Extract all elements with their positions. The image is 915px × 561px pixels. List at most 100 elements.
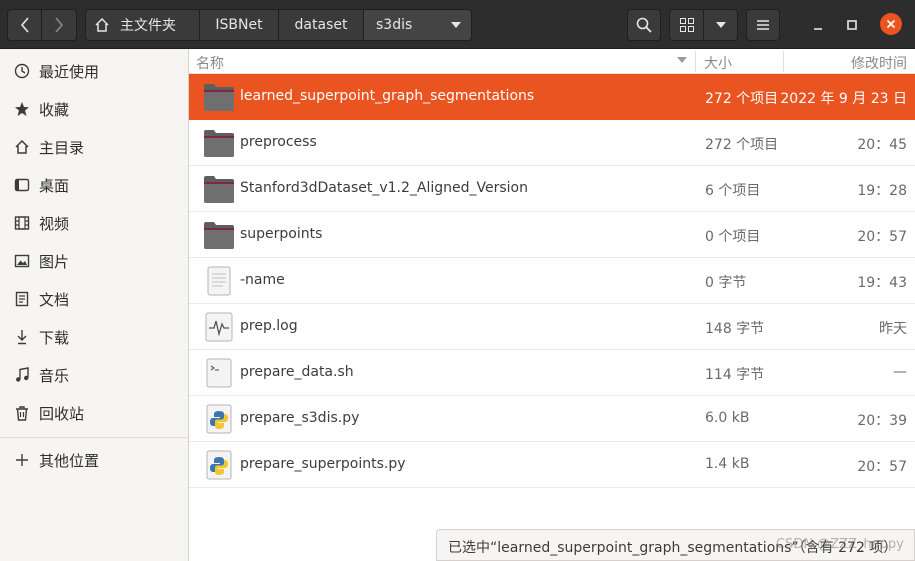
folder-icon [204, 176, 234, 203]
breadcrumb-menu-button[interactable] [440, 9, 472, 41]
caret-down-icon [715, 22, 726, 28]
python-file-icon [206, 404, 232, 434]
file-name: -name [240, 272, 285, 288]
sidebar-item-home[interactable]: 主目录 [0, 129, 188, 165]
column-header-size[interactable]: 大小 [704, 53, 732, 73]
view-options-button[interactable] [704, 9, 738, 41]
search-button[interactable] [627, 9, 661, 41]
sidebar-item-label: 视频 [39, 214, 70, 233]
sidebar: 最近使用 收藏 主目录 桌面 视频 图片 文档 下载 音乐 回收站 其他位置 [0, 49, 189, 561]
close-icon [886, 19, 896, 29]
file-name: preprocess [240, 134, 317, 150]
column-header-name[interactable]: 名称 [196, 53, 224, 73]
file-size: 272 个项目 [705, 91, 779, 107]
breadcrumb-label: s3dis [376, 17, 413, 33]
file-name: Stanford3dDataset_v1.2_Aligned_Version [240, 180, 528, 196]
file-size: 0 个项目 [705, 229, 761, 245]
file-modified: 昨天 [879, 321, 907, 337]
breadcrumb-label: dataset [294, 17, 348, 33]
sidebar-divider [0, 437, 188, 438]
folder-icon [204, 84, 234, 111]
table-row[interactable]: prepare_data.sh 114 字节 — [189, 350, 915, 396]
table-row[interactable]: prepare_superpoints.py 1.4 kB 20：57 [189, 442, 915, 488]
table-row[interactable]: preprocess 272 个项目 20：45 [189, 120, 915, 166]
chevron-right-icon [55, 17, 64, 33]
forward-button[interactable] [42, 9, 77, 41]
sidebar-item-recent[interactable]: 最近使用 [0, 53, 188, 89]
file-size: 1.4 kB [705, 456, 750, 472]
caret-down-icon [450, 22, 461, 28]
picture-icon [13, 252, 31, 270]
file-name: prepare_superpoints.py [240, 456, 406, 472]
desktop-icon [13, 176, 31, 194]
sidebar-item-trash[interactable]: 回收站 [0, 395, 188, 431]
sidebar-item-pictures[interactable]: 图片 [0, 243, 188, 279]
file-modified: 2022 年 9 月 23 日 [780, 91, 907, 107]
menu-button[interactable] [746, 9, 780, 41]
file-modified: 20：45 [857, 137, 907, 153]
music-icon [13, 366, 31, 384]
sidebar-item-label: 桌面 [39, 176, 70, 195]
breadcrumb: 主文件夹 ISBNet dataset s3dis [85, 9, 472, 41]
file-modified: 19：43 [857, 275, 907, 291]
file-modified: 20：39 [857, 413, 907, 429]
text-file-icon [207, 266, 231, 296]
file-modified: 19：28 [857, 183, 907, 199]
home-icon [13, 138, 31, 156]
column-header: 名称 大小 修改时间 [189, 49, 915, 74]
folder-icon [204, 222, 234, 249]
plus-icon [13, 451, 31, 469]
sidebar-item-label: 其他位置 [39, 451, 100, 470]
sidebar-item-documents[interactable]: 文档 [0, 281, 188, 317]
sidebar-item-label: 下载 [39, 328, 70, 347]
minimize-icon [814, 28, 822, 30]
breadcrumb-label: ISBNet [215, 17, 263, 33]
breadcrumb-home[interactable]: 主文件夹 [85, 9, 200, 41]
sidebar-item-downloads[interactable]: 下载 [0, 319, 188, 355]
file-list-view: 名称 大小 修改时间 learned_superpoint_graph_segm… [189, 49, 915, 561]
file-modified: 20：57 [857, 459, 907, 475]
header-bar: 主文件夹 ISBNet dataset s3dis [0, 0, 915, 49]
column-header-modified[interactable]: 修改时间 [851, 53, 907, 73]
breadcrumb-s3dis[interactable]: s3dis [364, 9, 441, 41]
star-icon [13, 100, 31, 118]
chevron-left-icon [20, 17, 29, 33]
file-size: 148 字节 [705, 321, 765, 337]
file-name: prepare_s3dis.py [240, 410, 360, 426]
folder-icon [204, 130, 234, 157]
table-row[interactable]: Stanford3dDataset_v1.2_Aligned_Version 6… [189, 166, 915, 212]
python-file-icon [206, 450, 232, 480]
home-icon [95, 17, 109, 32]
file-name: learned_superpoint_graph_segmentations [240, 88, 535, 104]
table-row[interactable]: learned_superpoint_graph_segmentations 2… [189, 74, 915, 120]
file-modified: 20：57 [857, 229, 907, 245]
table-row[interactable]: prepare_s3dis.py 6.0 kB 20：39 [189, 396, 915, 442]
breadcrumb-dataset[interactable]: dataset [279, 9, 364, 41]
maximize-button[interactable] [840, 13, 864, 37]
script-file-icon [206, 358, 232, 388]
file-size: 6.0 kB [705, 410, 750, 426]
table-row[interactable]: prep.log 148 字节 昨天 [189, 304, 915, 350]
sidebar-item-label: 文档 [39, 290, 70, 309]
sidebar-item-other-locations[interactable]: 其他位置 [0, 442, 188, 478]
sidebar-item-videos[interactable]: 视频 [0, 205, 188, 241]
sort-descending-icon[interactable] [677, 57, 687, 63]
table-row[interactable]: -name 0 字节 19：43 [189, 258, 915, 304]
sidebar-item-starred[interactable]: 收藏 [0, 91, 188, 127]
sidebar-item-desktop[interactable]: 桌面 [0, 167, 188, 203]
minimize-button[interactable] [806, 13, 830, 37]
document-icon [13, 290, 31, 308]
file-size: 6 个项目 [705, 183, 761, 199]
sidebar-item-music[interactable]: 音乐 [0, 357, 188, 393]
hamburger-icon [757, 20, 769, 30]
clock-icon [13, 62, 31, 80]
close-button[interactable] [880, 13, 902, 35]
file-modified: — [893, 364, 907, 380]
table-row[interactable]: superpoints 0 个项目 20：57 [189, 212, 915, 258]
back-button[interactable] [7, 9, 42, 41]
file-size: 114 字节 [705, 367, 765, 383]
breadcrumb-isbnet[interactable]: ISBNet [200, 9, 279, 41]
sidebar-item-label: 回收站 [39, 404, 85, 423]
column-divider [695, 51, 696, 72]
view-toggle-button[interactable] [669, 9, 704, 41]
